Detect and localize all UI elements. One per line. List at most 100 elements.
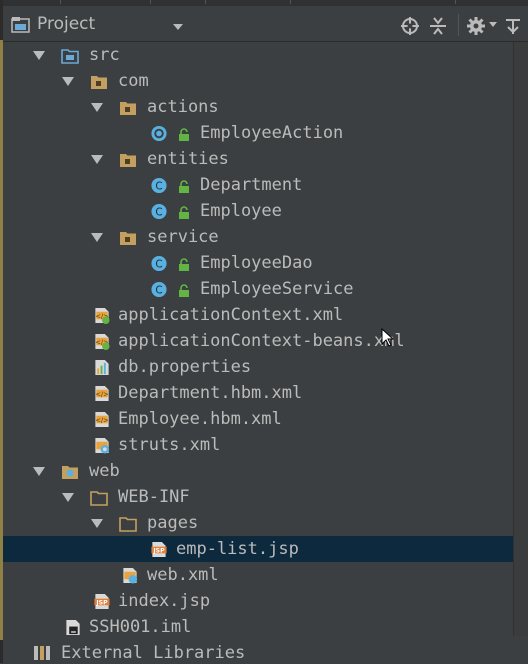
chevron-down-icon[interactable]: [62, 493, 74, 502]
tree-item-db-properties[interactable]: db.properties: [3, 354, 513, 380]
folder-icon: [119, 517, 137, 532]
tree-item-employee-dao[interactable]: C EmployeeDao: [3, 250, 513, 276]
tree-item-label: Department.hbm.xml: [118, 383, 303, 403]
folder-icon: [90, 491, 108, 506]
lock-icon: [179, 180, 189, 193]
tree-item-label: src: [89, 45, 120, 65]
tree-item-label: applicationContext.xml: [118, 305, 344, 325]
tree-item-label: External Libraries: [61, 643, 246, 663]
package-folder-icon: [120, 232, 136, 245]
tree-item-label: web: [89, 461, 120, 481]
tree-item-department-hbm-xml[interactable]: </> Department.hbm.xml: [3, 380, 513, 406]
chevron-down-icon[interactable]: [91, 155, 103, 164]
lock-icon: [179, 284, 189, 297]
svg-text:C: C: [155, 180, 162, 192]
action-class-icon: [151, 125, 167, 142]
lock-icon: [179, 206, 189, 219]
tree-item-emp-list-jsp[interactable]: JSP emp-list.jsp: [3, 536, 513, 562]
svg-text:JSP: JSP: [152, 547, 165, 554]
project-panel-header: Project: [3, 10, 528, 42]
tree-item-label: WEB-INF: [118, 487, 190, 507]
tree-item-label: Employee.hbm.xml: [118, 409, 282, 429]
collapse-all-icon[interactable]: [428, 16, 448, 36]
tree-item-application-context-xml[interactable]: </> applicationContext.xml: [3, 302, 513, 328]
module-file-icon: [66, 619, 80, 636]
tree-item-web-xml[interactable]: web.xml: [3, 562, 513, 588]
properties-file-icon: [95, 359, 109, 376]
package-folder-icon: [120, 102, 136, 115]
tree-item-employee-action[interactable]: EmployeeAction: [3, 120, 513, 146]
locate-icon[interactable]: [400, 16, 420, 36]
tree-item-pages[interactable]: pages: [3, 510, 513, 536]
chevron-down-icon[interactable]: [91, 233, 103, 242]
chevron-down-icon[interactable]: [33, 51, 45, 60]
hide-panel-icon[interactable]: [503, 16, 523, 36]
chevron-down-icon[interactable]: [173, 24, 183, 30]
settings-dropdown-icon[interactable]: [489, 22, 497, 27]
jsp-file-icon: JSP: [94, 593, 110, 610]
tree-item-service[interactable]: service: [3, 224, 513, 250]
tree-item-actions[interactable]: actions: [3, 94, 513, 120]
scrollbar-track[interactable]: [513, 40, 528, 640]
project-tree: src com actions EmployeeAction entities …: [3, 42, 513, 640]
tree-item-com[interactable]: com: [3, 68, 513, 94]
mouse-pointer-icon: [381, 328, 395, 347]
tree-item-external-libraries[interactable]: External Libraries: [3, 636, 528, 663]
spring-xml-icon: </>: [95, 333, 110, 350]
chevron-down-icon[interactable]: [91, 103, 103, 112]
svg-text:JSP: JSP: [95, 599, 108, 606]
tree-item-label: EmployeeAction: [200, 123, 344, 143]
struts-xml-icon: [95, 437, 110, 454]
tree-item-label: pages: [147, 513, 199, 533]
tree-item-label: db.properties: [118, 357, 252, 377]
svg-text:C: C: [155, 258, 162, 270]
class-icon: C: [151, 177, 167, 194]
tree-item-employee-service[interactable]: C EmployeeService: [3, 276, 513, 302]
chevron-down-icon[interactable]: [62, 77, 74, 86]
project-icon: [11, 17, 30, 33]
web-folder-icon: [62, 466, 78, 479]
xml-file-icon: </>: [95, 411, 109, 428]
tree-item-index-jsp[interactable]: JSP index.jsp: [3, 588, 513, 614]
class-icon: C: [151, 203, 167, 220]
chevron-down-icon[interactable]: [91, 519, 103, 528]
chevron-down-icon[interactable]: [33, 467, 45, 476]
svg-text:C: C: [155, 284, 162, 296]
tree-item-employee[interactable]: C Employee: [3, 198, 513, 224]
xml-file-icon: </>: [95, 385, 109, 402]
tree-item-src[interactable]: src: [3, 42, 513, 68]
tree-item-label: service: [147, 227, 219, 247]
gear-icon[interactable]: [466, 16, 486, 36]
tree-item-web[interactable]: web: [3, 458, 513, 484]
source-folder-icon: [61, 49, 79, 64]
lock-icon: [179, 258, 189, 271]
tree-item-label: actions: [147, 97, 219, 117]
tree-item-label: emp-list.jsp: [176, 539, 299, 559]
tree-item-label: entities: [147, 149, 229, 169]
tree-item-label: web.xml: [147, 565, 219, 585]
tree-item-label: com: [118, 71, 149, 91]
tree-item-application-context-beans-xml[interactable]: </> applicationContext-beans.xml: [3, 328, 513, 354]
tree-item-label: applicationContext-beans.xml: [118, 331, 405, 351]
package-folder-icon: [91, 76, 107, 89]
tree-item-department[interactable]: C Department: [3, 172, 513, 198]
lock-icon: [179, 128, 189, 141]
tree-item-struts-xml[interactable]: struts.xml: [3, 432, 513, 458]
jsp-file-icon: JSP: [151, 541, 167, 558]
tree-item-label: EmployeeService: [200, 279, 354, 299]
class-icon: C: [151, 281, 167, 298]
spring-xml-icon: </>: [95, 307, 110, 324]
libraries-icon: [34, 646, 50, 660]
top-strip: [0, 0, 528, 6]
tree-item-label: Department: [200, 175, 303, 195]
tree-item-employee-hbm-xml[interactable]: </> Employee.hbm.xml: [3, 406, 513, 432]
tree-item-web-inf[interactable]: WEB-INF: [3, 484, 513, 510]
project-view-selector[interactable]: Project: [37, 14, 95, 34]
package-folder-icon: [120, 154, 136, 167]
tree-item-entities[interactable]: entities: [3, 146, 513, 172]
web-xml-icon: [123, 567, 138, 584]
svg-text:</>: </>: [95, 416, 108, 424]
class-icon: C: [151, 255, 167, 272]
tree-item-label: Employee: [200, 201, 282, 221]
svg-text:C: C: [155, 206, 162, 218]
